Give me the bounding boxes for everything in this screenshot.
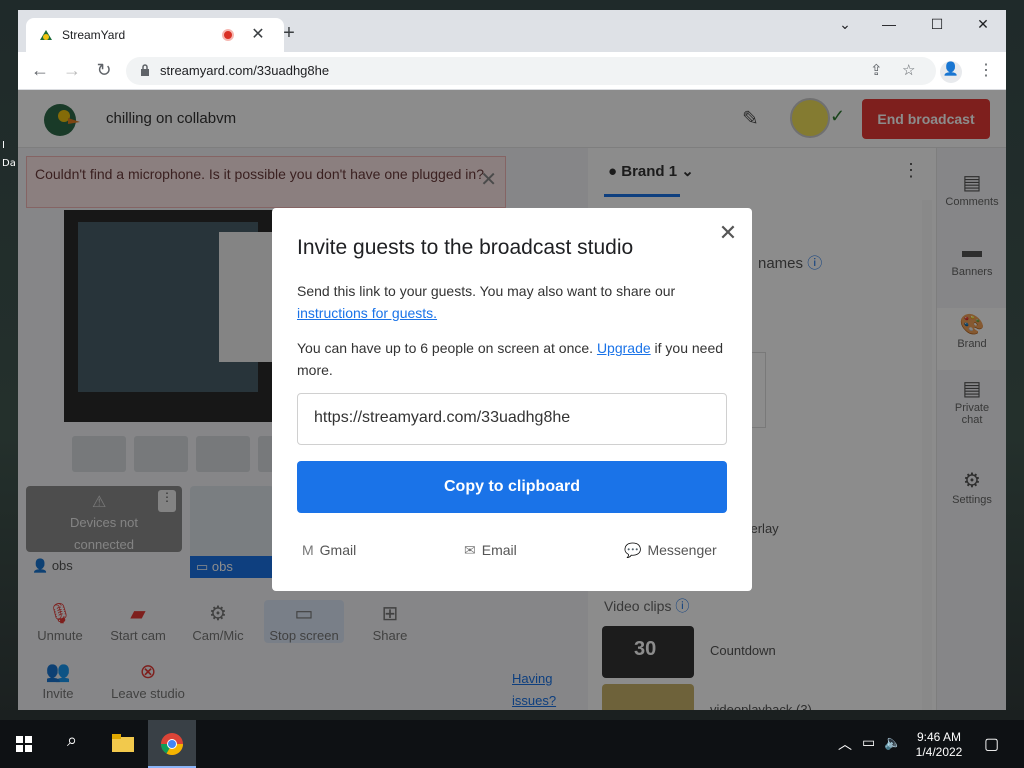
close-icon[interactable]: ✕ — [716, 220, 740, 246]
share-page-icon[interactable]: ⇪ — [870, 61, 883, 79]
maximize-button[interactable]: ☐ — [922, 16, 952, 33]
notification-icon[interactable]: ▢ — [984, 734, 999, 754]
back-icon[interactable]: ← — [28, 60, 52, 81]
volume-icon[interactable]: 🔈 — [884, 734, 901, 751]
forward-icon[interactable]: → — [60, 60, 84, 81]
share-email-button[interactable]: ✉ Email — [464, 542, 517, 559]
upgrade-link[interactable]: Upgrade — [597, 340, 651, 356]
clock[interactable]: 9:46 AM 1/4/2022 — [904, 730, 974, 760]
new-tab-button[interactable]: + — [278, 22, 300, 45]
taskbar: ⌕ ︿ ▭ 🔈 9:46 AM 1/4/2022 ▢ — [0, 720, 1024, 768]
email-icon: ✉ — [464, 542, 476, 558]
bookmark-star-icon[interactable]: ☆ — [902, 61, 915, 79]
desktop-text: I — [2, 140, 5, 151]
menu-kebab-icon[interactable]: ⋮ — [978, 60, 994, 80]
close-window-button[interactable]: ✕ — [968, 16, 998, 33]
chrome-taskbar-button[interactable] — [148, 720, 196, 768]
share-gmail-button[interactable]: M Gmail — [302, 542, 356, 558]
desktop-text: Da — [2, 158, 16, 169]
browser-window: StreamYard ✕ + ⌄ — ☐ ✕ ← → ↻ streamyard.… — [18, 10, 1006, 710]
windows-start-icon[interactable] — [16, 736, 32, 752]
reload-icon[interactable]: ↻ — [92, 60, 116, 81]
chevron-up-icon[interactable]: ︿ — [838, 734, 852, 754]
browser-toolbar: ← → ↻ streamyard.com/33uadhg8he ⇪ ☆ 👤 ⋮ — [18, 52, 1006, 90]
gmail-icon: M — [302, 542, 314, 558]
minimize-button[interactable]: — — [874, 16, 904, 32]
lock-icon — [141, 64, 149, 76]
url-text: streamyard.com/33uadhg8he — [160, 63, 330, 78]
file-explorer-icon[interactable] — [112, 734, 134, 752]
tab-search-icon[interactable]: ⌄ — [830, 16, 860, 33]
invite-guests-modal: ✕ Invite guests to the broadcast studio … — [272, 208, 752, 591]
browser-tab[interactable]: StreamYard ✕ — [26, 18, 284, 52]
profile-icon[interactable]: 👤 — [940, 61, 962, 83]
address-bar[interactable]: streamyard.com/33uadhg8he ⇪ ☆ — [126, 57, 936, 85]
network-icon[interactable]: ▭ — [862, 734, 875, 751]
search-icon[interactable]: ⌕ — [52, 730, 92, 758]
modal-limit-text: You can have up to 6 people on screen at… — [297, 340, 724, 378]
copy-to-clipboard-button[interactable]: Copy to clipboard — [297, 461, 727, 513]
tab-close-button[interactable]: ✕ — [248, 24, 268, 44]
modal-instructions: Send this link to your guests. You may a… — [297, 283, 676, 321]
streamyard-favicon-icon — [40, 30, 52, 40]
title-bar: StreamYard ✕ + ⌄ — ☐ ✕ — [18, 10, 1006, 52]
messenger-icon: 💬 — [624, 542, 642, 558]
chrome-icon — [161, 733, 183, 755]
share-messenger-button[interactable]: 💬 Messenger — [624, 542, 717, 559]
tab-title: StreamYard — [62, 28, 126, 42]
streamyard-page: chilling on collabvm ✎ ✓ End broadcast C… — [18, 90, 1006, 710]
modal-title: Invite guests to the broadcast studio — [297, 236, 634, 259]
recording-icon — [222, 29, 234, 41]
invite-link-field[interactable]: https://streamyard.com/33uadhg8he — [297, 393, 727, 445]
instructions-link[interactable]: instructions for guests. — [297, 305, 437, 321]
